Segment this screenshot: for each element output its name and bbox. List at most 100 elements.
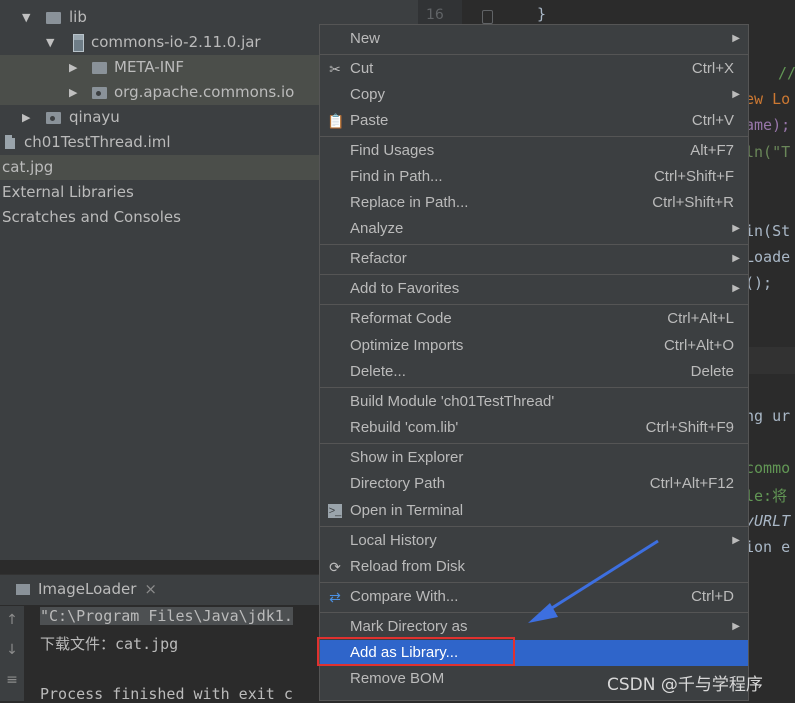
menu-item-reformat-code[interactable]: Reformat Code Ctrl+Alt+L	[320, 306, 748, 332]
line-number: 16	[426, 7, 444, 23]
code-fragment: }	[537, 5, 547, 23]
collapse-arrow-icon[interactable]: ▶	[69, 55, 77, 80]
menu-item-shortcut: Ctrl+X	[691, 60, 734, 77]
menu-item-build-module[interactable]: Build Module 'ch01TestThread'	[320, 389, 748, 415]
menu-item-shortcut: Delete	[690, 363, 734, 380]
menu-separator	[320, 526, 748, 527]
tree-item-label: lib	[69, 8, 87, 26]
submenu-arrow-icon: ▶	[732, 33, 740, 44]
menu-item-replace-in-path[interactable]: Replace in Path... Ctrl+Shift+R	[320, 190, 748, 216]
expand-arrow-icon[interactable]: ▼	[22, 5, 30, 30]
console-line: 下载文件：cat.jpg	[40, 635, 179, 653]
menu-item-show-in-explorer[interactable]: Show in Explorer	[320, 445, 748, 471]
menu-separator	[320, 244, 748, 245]
submenu-arrow-icon: ▶	[732, 621, 740, 632]
menu-item-open-in-terminal[interactable]: >_ Open in Terminal	[320, 498, 748, 524]
menu-item-shortcut: Ctrl+Alt+F12	[649, 475, 734, 492]
menu-item-delete[interactable]: Delete... Delete	[320, 359, 748, 385]
menu-item-find-usages[interactable]: Find Usages Alt+F7	[320, 138, 748, 164]
menu-item-refactor[interactable]: Refactor ▶	[320, 246, 748, 272]
menu-item-label: Find in Path...	[350, 168, 443, 185]
code-fragment: in(St	[745, 222, 791, 240]
menu-item-label: Local History	[350, 532, 437, 549]
menu-item-find-in-path[interactable]: Find in Path... Ctrl+Shift+F	[320, 164, 748, 190]
submenu-arrow-icon: ▶	[732, 223, 740, 234]
menu-item-label: Analyze	[350, 220, 404, 237]
run-tab[interactable]: ImageLoader ×	[16, 580, 157, 598]
menu-item-copy[interactable]: Copy ▶	[320, 82, 748, 108]
package-icon	[92, 87, 107, 99]
menu-separator	[320, 304, 748, 305]
menu-separator	[320, 387, 748, 388]
reload-icon: ⟳	[329, 559, 341, 575]
close-tab-icon[interactable]: ×	[144, 580, 157, 598]
tree-item-label: META-INF	[114, 58, 185, 76]
menu-item-label: Optimize Imports	[350, 337, 464, 354]
submenu-arrow-icon: ▶	[732, 283, 740, 294]
code-fragment: ng ur	[745, 407, 791, 425]
tree-item-label: qinayu	[69, 108, 120, 126]
menu-item-paste[interactable]: 📋 Paste Ctrl+V	[320, 108, 748, 134]
menu-item-label: Cut	[350, 60, 374, 77]
code-fragment: commo	[745, 459, 791, 477]
down-arrow-icon[interactable]: ↓	[0, 642, 24, 658]
up-arrow-icon[interactable]: ↑	[0, 612, 24, 628]
expand-arrow-icon[interactable]: ▼	[46, 30, 54, 55]
menu-item-optimize-imports[interactable]: Optimize Imports Ctrl+Alt+O	[320, 333, 748, 359]
menu-item-directory-path[interactable]: Directory Path Ctrl+Alt+F12	[320, 471, 748, 497]
collapse-arrow-icon[interactable]: ▶	[69, 80, 77, 105]
menu-item-label: New	[350, 30, 381, 47]
submenu-arrow-icon: ▶	[732, 89, 740, 100]
menu-item-label: Build Module 'ch01TestThread'	[350, 393, 555, 410]
code-fragment: yURLT	[745, 512, 791, 530]
submenu-arrow-icon: ▶	[732, 535, 740, 546]
menu-item-label: Find Usages	[350, 142, 435, 159]
menu-item-shortcut: Ctrl+Shift+F	[653, 168, 734, 185]
menu-item-label: Remove BOM	[350, 670, 445, 687]
menu-item-analyze[interactable]: Analyze ▶	[320, 216, 748, 242]
collapse-arrow-icon[interactable]: ▶	[22, 105, 30, 130]
console-line: "C:\Program Files\Java\jdk1.	[40, 607, 293, 625]
highlight-box	[317, 637, 515, 666]
menu-item-label: Reformat Code	[350, 310, 452, 327]
code-fragment: ();	[745, 274, 773, 292]
menu-item-label: Paste	[350, 112, 389, 129]
code-fragment: le:将	[745, 487, 788, 505]
tree-item-label: External Libraries	[2, 183, 134, 201]
fold-marker-icon[interactable]	[482, 10, 493, 24]
menu-item-label: Add to Favorites	[350, 280, 460, 297]
menu-item-new[interactable]: New ▶	[320, 26, 748, 52]
menu-item-add-to-favorites[interactable]: Add to Favorites ▶	[320, 276, 748, 302]
menu-item-rebuild[interactable]: Rebuild 'com.lib' Ctrl+Shift+F9	[320, 415, 748, 441]
menu-item-label: Open in Terminal	[350, 502, 464, 519]
editor-separator	[745, 347, 795, 374]
menu-separator	[320, 136, 748, 137]
folder-icon	[46, 12, 61, 24]
code-fragment: ew Lo	[745, 90, 791, 108]
tree-item-label: ch01TestThread.iml	[24, 133, 171, 151]
menu-item-shortcut: Ctrl+Alt+O	[663, 337, 734, 354]
clipboard-icon: 📋	[327, 113, 345, 129]
menu-item-label: Directory Path	[350, 475, 446, 492]
watermark: CSDN @千与学程序	[607, 675, 763, 695]
code-fragment: ion e	[745, 538, 791, 556]
tree-item-label: cat.jpg	[2, 158, 54, 176]
console-line: Process finished with exit c	[40, 685, 293, 703]
menu-item-shortcut: Ctrl+Alt+L	[667, 310, 734, 327]
menu-item-label: Compare With...	[350, 588, 459, 605]
terminal-icon: >_	[328, 504, 342, 518]
menu-item-shortcut: Ctrl+Shift+R	[652, 194, 734, 211]
menu-item-shortcut: Alt+F7	[690, 142, 734, 159]
compare-icon: ⇄	[329, 589, 341, 605]
menu-item-label: Delete...	[350, 363, 406, 380]
menu-item-label: Replace in Path...	[350, 194, 469, 211]
menu-item-label: Reload from Disk	[350, 558, 466, 575]
jar-icon	[73, 34, 84, 52]
wrap-icon[interactable]: ≡	[0, 672, 24, 688]
package-icon	[46, 112, 61, 124]
menu-separator	[320, 54, 748, 55]
run-tab-label: ImageLoader	[38, 580, 137, 598]
tree-item-label: Scratches and Consoles	[2, 208, 181, 226]
tree-item-label: commons-io-2.11.0.jar	[91, 33, 261, 51]
menu-item-cut[interactable]: ✂ Cut Ctrl+X	[320, 56, 748, 82]
